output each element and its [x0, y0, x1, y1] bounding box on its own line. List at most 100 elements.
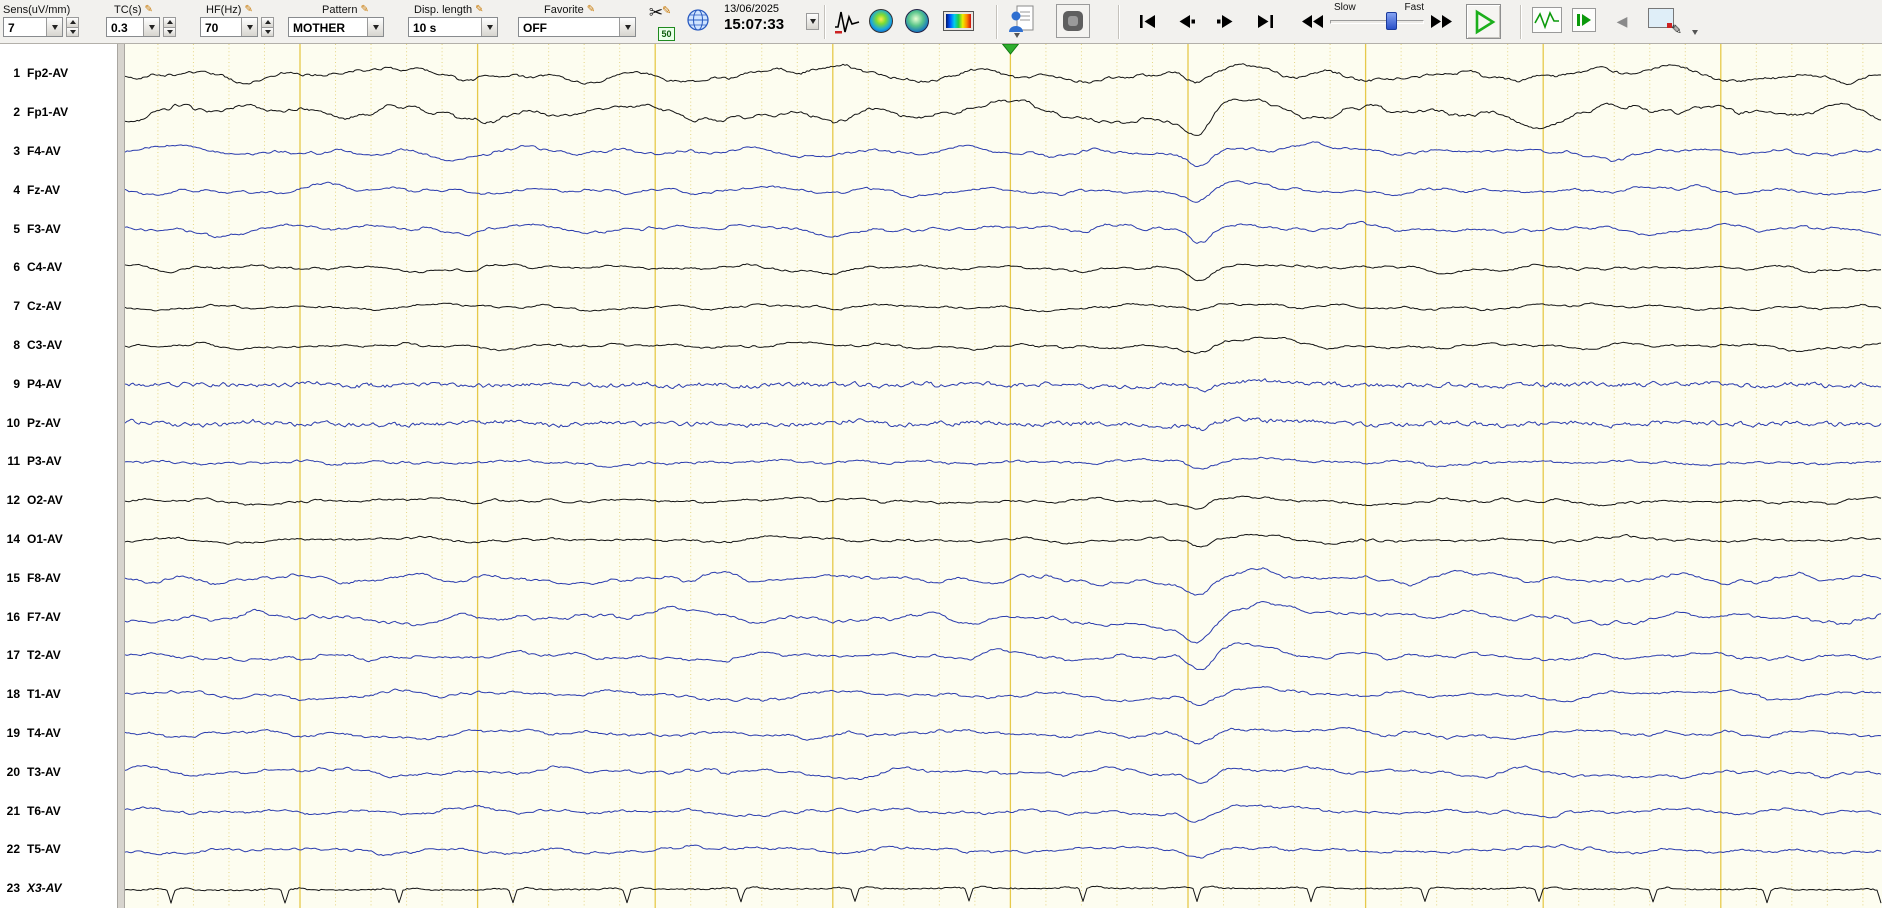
channel-number: 15 — [6, 570, 20, 585]
toolbar-separator — [824, 5, 826, 39]
favorite-dropdown-arrow[interactable] — [619, 18, 635, 36]
channel-label-T1-AV[interactable]: 18 T1-AV — [0, 687, 114, 703]
play-button[interactable] — [1466, 4, 1501, 39]
sensitivity-spin-up-button[interactable] — [66, 17, 79, 28]
channel-label-T2-AV[interactable]: 17 T2-AV — [0, 648, 114, 664]
back-arrow-icon[interactable]: ◀ — [1612, 10, 1632, 32]
step-back-button[interactable] — [1172, 7, 1202, 35]
channel-number: 6 — [13, 260, 20, 275]
channel-label-C4-AV[interactable]: 6 C4-AV — [0, 260, 114, 276]
screen-edit-icon[interactable]: ✎ — [1648, 6, 1682, 37]
channel-name: Fp1-AV — [27, 105, 69, 120]
sensitivity-spin-down-button[interactable] — [66, 27, 79, 37]
auto-play-mode-icon[interactable] — [1572, 8, 1596, 32]
hf-spin-down-button[interactable] — [261, 27, 274, 37]
eeg-trace-T5-AV — [125, 844, 1882, 859]
channel-label-F3-AV[interactable]: 5 F3-AV — [0, 222, 114, 238]
eeg-trace-Pz-AV — [125, 416, 1882, 432]
sensitivity-dropdown-arrow[interactable] — [46, 18, 62, 36]
tc-group: TC(s) ✎ 0.3 — [106, 2, 176, 37]
channel-name: F3-AV — [27, 221, 61, 236]
datetime-dropdown-arrow[interactable] — [806, 13, 819, 30]
channel-label-Fp1-AV[interactable]: 2 Fp1-AV — [0, 105, 114, 121]
colormap-scale-icon[interactable] — [943, 11, 974, 31]
channel-label-T5-AV[interactable]: 22 T5-AV — [0, 842, 114, 858]
eeg-trace-C4-AV — [125, 263, 1882, 282]
channel-number: 11 — [7, 454, 20, 469]
display-length-dropdown-arrow[interactable] — [481, 18, 497, 36]
eeg-trace-O1-AV — [125, 533, 1882, 548]
step-forward-button[interactable] — [1210, 7, 1240, 35]
eeg-trace-T4-AV — [125, 726, 1882, 745]
sensitivity-combo[interactable]: 7 — [3, 17, 63, 37]
channel-name: T5-AV — [27, 842, 61, 857]
channel-label-O2-AV[interactable]: 12 O2-AV — [0, 493, 114, 509]
channel-label-T6-AV[interactable]: 21 T6-AV — [0, 804, 114, 820]
waveform-event-icon[interactable] — [833, 7, 861, 35]
record-date: 13/06/2025 — [724, 3, 780, 15]
fast-forward-button[interactable] — [1426, 7, 1456, 35]
cursor-marker[interactable] — [1001, 44, 1020, 55]
pattern-combo[interactable]: MOTHER — [288, 17, 384, 37]
channel-label-C3-AV[interactable]: 8 C3-AV — [0, 338, 114, 354]
speed-slider-track[interactable] — [1330, 20, 1424, 24]
patient-info-dropdown-arrow[interactable] — [1014, 33, 1020, 38]
channel-label-F7-AV[interactable]: 16 F7-AV — [0, 610, 114, 626]
measure-pencil-icon: ✎ — [662, 5, 672, 17]
channel-label-T4-AV[interactable]: 19 T4-AV — [0, 726, 114, 742]
channel-number: 21 — [6, 803, 20, 818]
pattern-group: Pattern ✎ MOTHER — [288, 2, 384, 37]
channel-label-Fz-AV[interactable]: 4 Fz-AV — [0, 183, 114, 199]
pattern-dropdown-arrow[interactable] — [367, 18, 383, 36]
channel-label-Fp2-AV[interactable]: 1 Fp2-AV — [0, 66, 114, 82]
skip-to-start-button[interactable] — [1133, 7, 1163, 35]
hf-spin-up-button[interactable] — [261, 17, 274, 28]
channel-number: 17 — [6, 648, 20, 663]
tc-spin-up-button[interactable] — [163, 17, 176, 28]
sensitivity-spinner — [66, 17, 79, 37]
tc-dropdown-arrow[interactable] — [143, 18, 159, 36]
favorite-combo[interactable]: OFF — [518, 17, 636, 37]
channel-name: P3-AV — [27, 454, 62, 469]
skip-to-end-button[interactable] — [1250, 7, 1280, 35]
toolbar-overflow-arrow[interactable] — [1692, 30, 1698, 35]
channel-label-F4-AV[interactable]: 3 F4-AV — [0, 144, 114, 160]
channel-label-T3-AV[interactable]: 20 T3-AV — [0, 765, 114, 781]
label-splitter[interactable] — [117, 44, 125, 908]
video-icon[interactable] — [1056, 4, 1090, 38]
eeg-trace-F8-AV — [125, 567, 1882, 596]
rewind-button[interactable] — [1298, 7, 1328, 35]
channel-label-Cz-AV[interactable]: 7 Cz-AV — [0, 299, 114, 315]
monitor-waveform-icon[interactable] — [1532, 7, 1562, 33]
eeg-trace-canvas[interactable] — [125, 44, 1882, 908]
channel-label-X3-AV[interactable]: 23 X3-AV — [0, 881, 114, 897]
channel-name: C4-AV — [27, 260, 63, 275]
channel-number: 23 — [6, 881, 20, 896]
speed-slider-thumb[interactable] — [1386, 12, 1397, 30]
tc-value: 0.3 — [111, 21, 128, 35]
channel-label-P4-AV[interactable]: 9 P4-AV — [0, 377, 114, 393]
patient-info-icon[interactable] — [1009, 4, 1035, 34]
channel-label-Pz-AV[interactable]: 10 Pz-AV — [0, 416, 114, 432]
channel-name: Pz-AV — [27, 415, 61, 430]
channel-label-P3-AV[interactable]: 11 P3-AV — [0, 454, 114, 470]
favorite-value: OFF — [523, 21, 547, 35]
head-map-icon[interactable] — [905, 9, 929, 33]
notch-filter-badge[interactable]: 50 — [658, 27, 675, 41]
eeg-trace-P4-AV — [125, 378, 1881, 393]
tc-combo[interactable]: 0.3 — [106, 17, 160, 37]
channel-label-O1-AV[interactable]: 14 O1-AV — [0, 532, 114, 548]
eeg-trace-T6-AV — [125, 804, 1882, 823]
brain-topography-icon[interactable] — [869, 9, 893, 33]
channel-name: F8-AV — [27, 570, 61, 585]
channel-label-F8-AV[interactable]: 15 F8-AV — [0, 571, 114, 587]
hf-dropdown-arrow[interactable] — [241, 18, 257, 36]
display-length-combo[interactable]: 10 s — [408, 17, 498, 37]
tc-spin-down-button[interactable] — [163, 27, 176, 37]
pattern-label: Pattern — [322, 3, 358, 16]
hf-combo[interactable]: 70 — [200, 17, 258, 37]
channel-name: Fz-AV — [27, 182, 61, 197]
channel-name: Cz-AV — [27, 299, 62, 314]
electrode-map-icon[interactable] — [686, 8, 710, 32]
channel-name: X3-AV — [27, 881, 62, 896]
